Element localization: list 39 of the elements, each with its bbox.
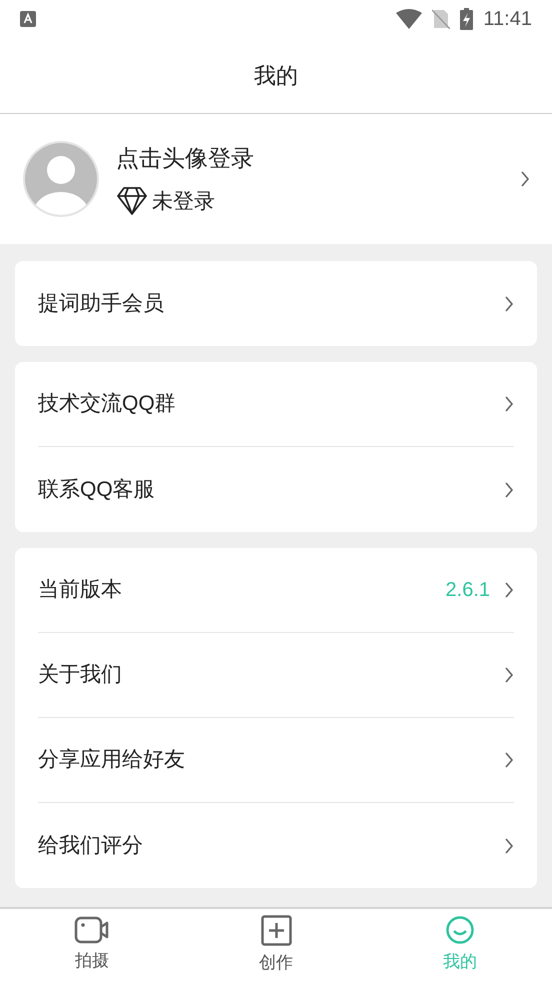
menu-item[interactable]: 分享应用给好友: [38, 718, 514, 803]
nav-tab[interactable]: 创作: [184, 909, 368, 981]
video-camera-icon: [74, 916, 110, 944]
menu-item[interactable]: 关于我们: [38, 633, 514, 718]
status-time: 11:41: [483, 7, 532, 32]
chevron-right-icon: [520, 170, 530, 188]
menu-label: 联系QQ客服: [38, 476, 156, 503]
menu-item[interactable]: 给我们评分: [38, 803, 514, 888]
chevron-right-icon: [504, 395, 514, 413]
keyboard-indicator-icon: [20, 11, 36, 27]
wifi-icon: [396, 9, 422, 29]
menu-item[interactable]: 技术交流QQ群: [38, 362, 514, 447]
version-number: 2.6.1: [446, 578, 490, 603]
chevron-right-icon: [504, 581, 514, 599]
battery-charging-icon: [460, 8, 474, 30]
chevron-right-icon: [504, 294, 514, 312]
menu-label: 提词助手会员: [38, 290, 165, 317]
no-sim-icon: [432, 9, 450, 29]
chevron-right-icon: [504, 836, 514, 854]
chevron-right-icon: [504, 751, 514, 769]
diamond-icon: [116, 186, 148, 216]
menu-label: 技术交流QQ群: [38, 391, 177, 418]
page-title: 我的: [254, 62, 298, 90]
menu-item[interactable]: 联系QQ客服: [38, 447, 514, 532]
menu-label: 关于我们: [38, 662, 123, 688]
menu-item[interactable]: 当前版本 2.6.1: [38, 548, 514, 633]
login-prompt: 点击头像登录: [116, 144, 255, 173]
chevron-right-icon: [504, 480, 514, 498]
profile-icon: [445, 915, 475, 946]
membership-status: 未登录: [152, 188, 215, 214]
profile-row[interactable]: 点击头像登录 未登录: [0, 114, 552, 244]
avatar-icon[interactable]: [22, 140, 100, 218]
menu-label: 当前版本: [38, 577, 123, 604]
add-icon: [260, 914, 292, 946]
chevron-right-icon: [504, 666, 514, 684]
menu-label: 给我们评分: [38, 832, 144, 859]
nav-tab[interactable]: 拍摄: [0, 909, 184, 981]
menu-item[interactable]: 提词助手会员: [38, 261, 514, 346]
menu-label: 分享应用给好友: [38, 747, 186, 774]
